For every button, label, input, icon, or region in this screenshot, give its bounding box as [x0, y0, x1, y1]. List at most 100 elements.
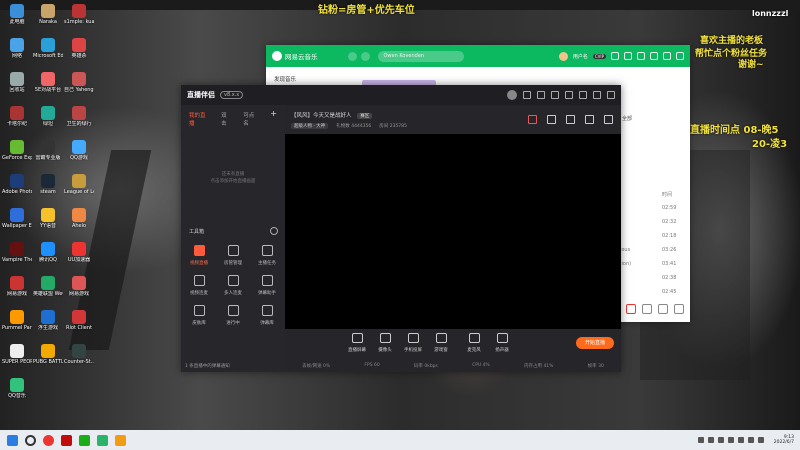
desktop-icon[interactable]: League of Legends	[64, 174, 94, 195]
desktop-icon[interactable]: 5E对战平台	[33, 72, 63, 93]
desktop-icon[interactable]: Ahelo	[64, 208, 94, 229]
tool-item[interactable]: 弹幕助手	[250, 275, 284, 296]
notify-icon[interactable]	[585, 115, 594, 124]
desktop-icon[interactable]: 英雄联盟 WeGame版	[33, 276, 63, 297]
skin-icon[interactable]	[551, 91, 559, 99]
desktop-icon[interactable]: 网易游戏	[2, 276, 32, 297]
desktop-icon[interactable]: Microsoft Edge	[33, 38, 63, 59]
gift-icon[interactable]	[537, 91, 545, 99]
room-title[interactable]: 【风风】今天又是战好人	[291, 113, 352, 119]
tab-double[interactable]: 双击	[221, 111, 231, 127]
desktop-icon[interactable]: 网络	[2, 38, 32, 59]
lyric-icon[interactable]	[626, 304, 636, 314]
source-button[interactable]: 摄像头	[371, 333, 399, 353]
room-tag[interactable]: 赛区	[357, 113, 373, 119]
desktop-icon[interactable]: QQ音乐	[2, 378, 32, 399]
desktop-icon[interactable]: 自己 Yaheng...	[64, 72, 94, 93]
tool-item[interactable]: 皮肤库	[182, 305, 216, 326]
desktop-icon[interactable]: 卫生的绿行	[64, 106, 94, 127]
desktop-icon[interactable]: GeForce Experience	[2, 140, 32, 161]
record-icon[interactable]	[528, 115, 537, 124]
desktop-icon[interactable]: s1mple: kuaiset	[64, 4, 94, 25]
desktop-icon[interactable]: Wallpaper Engine	[2, 208, 32, 229]
tray-icon-2[interactable]	[707, 437, 714, 443]
wifi-icon[interactable]	[747, 437, 754, 443]
user-avatar[interactable]	[558, 51, 568, 61]
queue-icon[interactable]	[674, 304, 684, 314]
desktop-icon[interactable]: PUBG BATTLEGR...	[33, 344, 63, 365]
source-button[interactable]: 手机投屏	[399, 333, 427, 353]
start-icon[interactable]	[7, 434, 18, 446]
chrome-icon[interactable]	[43, 434, 54, 446]
netease-search-input[interactable]: Owen Kovenden	[377, 50, 464, 62]
skin-icon[interactable]	[611, 52, 619, 60]
tool-item[interactable]: 主播任务	[250, 245, 284, 266]
playlist-icon[interactable]	[658, 304, 668, 314]
source-button[interactable]: 扬声器	[488, 333, 516, 353]
layout-icon[interactable]	[566, 115, 575, 124]
close-icon[interactable]	[607, 91, 615, 99]
source-button[interactable]: 麦克风	[460, 333, 488, 353]
desktop-icon[interactable]: UU加速器	[64, 242, 94, 263]
tab-my-live[interactable]: 我的直播	[189, 111, 209, 127]
maximize-icon[interactable]	[593, 91, 601, 99]
desktop-icon[interactable]: 英雄杀	[64, 38, 94, 59]
tray-icon-3[interactable]	[717, 437, 724, 443]
message-taskbar-icon[interactable]	[97, 434, 108, 446]
mail-icon[interactable]	[637, 52, 645, 60]
message-icon[interactable]	[523, 91, 531, 99]
tray-icon-4[interactable]	[727, 437, 734, 443]
netease-all-button[interactable]: 全部	[622, 115, 632, 122]
tool-item[interactable]: 视频直播	[182, 245, 216, 266]
desktop-icon[interactable]: QQ游戏	[64, 140, 94, 161]
desktop-icon[interactable]: 腾讯QQ	[33, 242, 63, 263]
desktop-icon[interactable]: Naraka	[33, 4, 63, 25]
desktop-icon[interactable]: Vampire The Masq...	[2, 242, 32, 263]
netease-taskbar-icon[interactable]	[61, 434, 72, 446]
desktop-icon[interactable]: 绿坦	[33, 106, 63, 127]
lock-icon[interactable]	[547, 115, 556, 124]
desktop-icon[interactable]: 卡塔尔纪	[2, 106, 32, 127]
share-icon[interactable]	[604, 115, 613, 124]
menu-icon[interactable]	[565, 91, 573, 99]
tray-icon-5[interactable]	[737, 437, 744, 443]
tool-item[interactable]: 弹幕库	[250, 305, 284, 326]
live-avatar[interactable]	[507, 90, 517, 100]
tool-item[interactable]: 房管管理	[216, 245, 250, 266]
minimize-icon[interactable]	[650, 52, 658, 60]
volume-icon[interactable]	[642, 304, 652, 314]
forward-icon[interactable]	[360, 51, 370, 61]
tray-icon-1[interactable]	[697, 437, 704, 443]
tool-item[interactable]: 多人连麦	[216, 275, 250, 296]
live-companion-window[interactable]: 直播伴侣 v8.x.x 我的直播 双击 可点名 + 还未有直播 点击添加开始直播…	[181, 85, 621, 372]
settings-icon[interactable]	[624, 52, 632, 60]
source-button[interactable]: 直播屏幕	[343, 333, 371, 353]
minimize-icon[interactable]	[579, 91, 587, 99]
desktop-icon[interactable]: Adobe Photosho...	[2, 174, 32, 195]
desktop-icon[interactable]: 此电脑	[2, 4, 32, 25]
user-name[interactable]: 用户名	[573, 53, 588, 60]
clock[interactable]: 9:13 2022/6/7	[774, 435, 794, 445]
tab-callable[interactable]: 可点名	[243, 111, 258, 127]
tool-item[interactable]: 视频连麦	[182, 275, 216, 296]
stream-preview[interactable]	[285, 134, 621, 329]
desktop-icon[interactable]: SUPER PEOPLE CBT	[2, 344, 32, 365]
live-taskbar-icon[interactable]	[115, 434, 126, 446]
desktop-icon[interactable]: 浮生游戏	[33, 310, 63, 331]
volume-tray-icon[interactable]	[757, 437, 764, 443]
go-live-button[interactable]: 开始直播	[576, 337, 614, 349]
add-scene-icon[interactable]: +	[270, 110, 277, 127]
search-icon[interactable]	[25, 434, 36, 446]
desktop-icon[interactable]: 雷霸专业版	[33, 140, 63, 161]
desktop-icon[interactable]: Pummel Party	[2, 310, 32, 331]
desktop-icon[interactable]: 回收站	[2, 72, 32, 93]
desktop-icon[interactable]: Riot Client	[64, 310, 94, 331]
close-icon[interactable]	[676, 52, 684, 60]
source-button[interactable]: 游戏窗	[427, 333, 455, 353]
back-icon[interactable]	[347, 51, 357, 61]
desktop-icon[interactable]: YY语音	[33, 208, 63, 229]
desktop-icon[interactable]: 网易游戏	[64, 276, 94, 297]
live-footer-notice[interactable]: 1 条直播中的弹幕通知	[185, 363, 230, 369]
maximize-icon[interactable]	[663, 52, 671, 60]
wechat-icon[interactable]	[79, 434, 90, 446]
